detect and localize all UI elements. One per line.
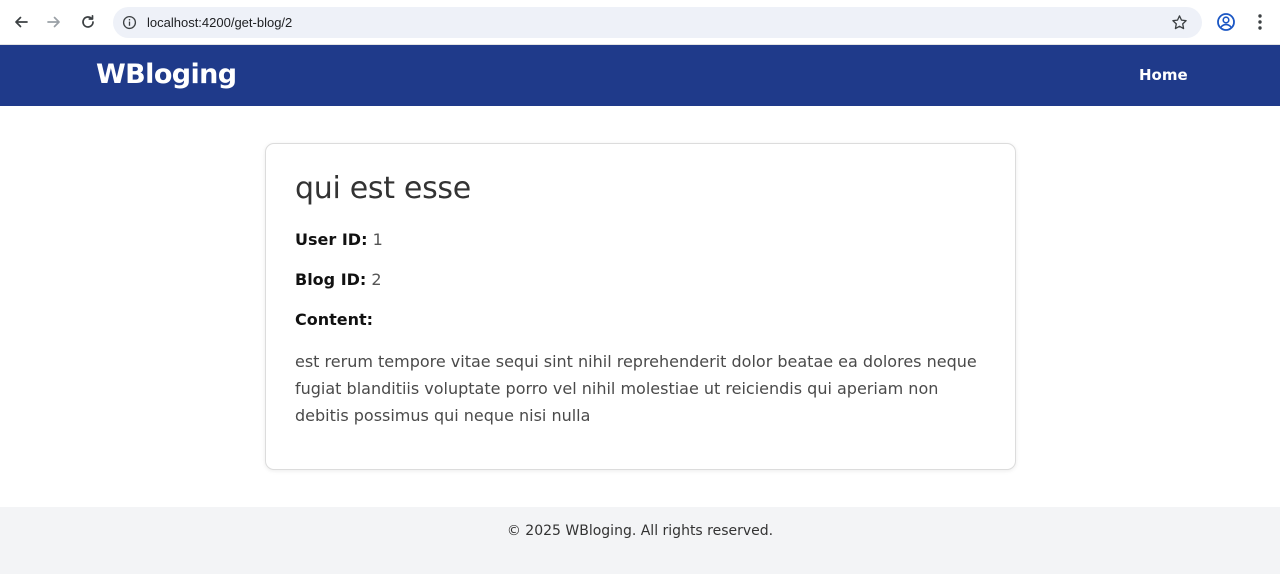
post-body: est rerum tempore vitae sequi sint nihil…: [295, 352, 977, 425]
star-icon[interactable]: [1171, 14, 1188, 31]
back-arrow-icon: [15, 16, 28, 28]
blog-id-label: Blog ID:: [295, 270, 367, 289]
site-header: WBloging Home: [0, 45, 1280, 106]
post-title: qui est esse: [295, 171, 471, 206]
footer-copyright: © 2025 WBloging. All rights reserved.: [506, 523, 774, 539]
kebab-menu-icon[interactable]: [1252, 12, 1268, 32]
user-id-row: User ID: 1: [295, 229, 383, 251]
brand-logo[interactable]: WBloging: [96, 57, 237, 93]
url-text[interactable]: localhost:4200/get-blog/2: [147, 7, 292, 38]
site-footer: © 2025 WBloging. All rights reserved.: [0, 507, 1280, 574]
blog-id-row: Blog ID: 2: [295, 269, 382, 291]
info-icon[interactable]: [122, 15, 137, 30]
content-row: Content:: [295, 309, 373, 331]
back-button[interactable]: [7, 8, 35, 36]
content-label: Content:: [295, 310, 374, 329]
user-id-label: User ID:: [295, 230, 368, 249]
forward-arrow-icon: [47, 16, 60, 28]
address-bar[interactable]: localhost:4200/get-blog/2: [113, 7, 1202, 38]
user-id-value: 1: [372, 230, 383, 249]
blog-post-card: qui est esse User ID: 1 Blog ID: 2 Conte…: [265, 143, 1016, 470]
browser-toolbar: localhost:4200/get-blog/2: [0, 0, 1280, 45]
reload-button[interactable]: [74, 8, 102, 36]
profile-icon[interactable]: [1216, 12, 1236, 32]
blog-id-value: 2: [371, 270, 382, 289]
forward-button[interactable]: [40, 8, 68, 36]
reload-icon: [82, 14, 94, 28]
nav-home-link[interactable]: Home: [1139, 65, 1188, 85]
